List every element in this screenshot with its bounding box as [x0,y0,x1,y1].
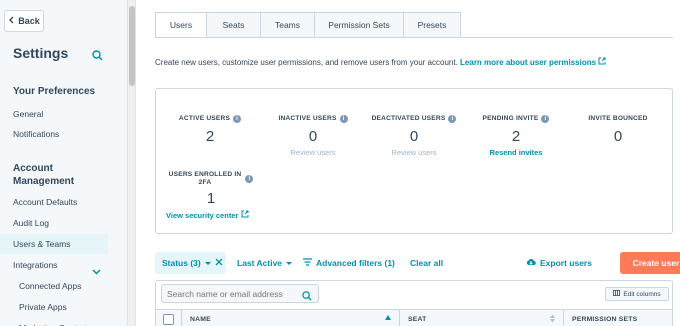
sidebar-item-marketing-contacts[interactable]: Marketing Contacts [0,318,108,326]
info-icon[interactable]: i [541,114,550,123]
stat-label: PENDING INVITE [482,115,539,122]
export-users-label: Export users [540,258,592,268]
external-link-icon [241,210,248,218]
back-button-label: Back [18,16,40,26]
edit-columns-label: Edit columns [623,290,661,298]
stat-2fa-enrolled: USERS ENROLLED IN 2FA i 1 View security … [166,171,256,220]
settings-sidebar: Back Settings Your Preferences General N… [0,0,128,326]
status-filter-label: Status (3) [162,258,201,268]
stat-label: INVITE BOUNCED [588,115,648,122]
stat-label: USERS ENROLLED IN 2FA [169,171,242,187]
filter-lines-icon [303,258,312,268]
tab-permission-sets[interactable]: Permission Sets [315,12,404,38]
sidebar-item-private-apps[interactable]: Private Apps [0,297,108,317]
advanced-filters-label: Advanced filters (1) [316,258,395,268]
sidebar-item-account-defaults[interactable]: Account Defaults [0,192,108,212]
column-header-name[interactable]: NAME [182,310,399,326]
column-header-label: NAME [190,315,211,323]
column-header-permission-sets[interactable]: PERMISSION SETS [564,310,672,326]
clear-all-button[interactable]: Clear all [410,252,443,274]
stat-inactive-users: INACTIVE USERS i 0 Review users [261,107,365,157]
stat-value: 0 [308,128,318,145]
create-user-button[interactable]: Create user [620,252,680,274]
stat-deactivated-users: DEACTIVATED USERS i 0 Review users [362,107,466,157]
sidebar-item-audit-log[interactable]: Audit Log [0,213,108,233]
view-security-center-link[interactable]: View security center [166,210,256,220]
learn-more-link[interactable]: Learn more about user permissions [460,58,596,67]
last-active-label: Last Active [237,258,283,268]
column-header-seat[interactable]: SEAT [400,310,563,326]
sort-icon[interactable] [550,314,555,325]
resend-invites-link[interactable]: Resend invites [464,148,568,157]
columns-icon [613,290,621,298]
stat-pending-invite: PENDING INVITE i 2 Resend invites [464,107,568,157]
stat-active-users: ACTIVE USERS i 2 [158,107,262,145]
info-icon[interactable]: i [448,114,457,123]
stat-value: 2 [205,128,215,145]
close-icon[interactable] [215,258,223,268]
tab-bar: Users Seats Teams Permission Sets Preset… [155,12,461,38]
filter-bar: Status (3) Last Active Advanced filters … [155,252,680,274]
intro-description: Create new users, customize user permiss… [155,58,458,67]
search-input[interactable] [161,284,319,303]
link-label: View security center [166,211,239,220]
info-icon[interactable]: i [233,114,242,123]
sidebar-item-users-teams[interactable]: Users & Teams [0,234,108,254]
stat-label: DEACTIVATED USERS [371,115,446,122]
tab-seats[interactable]: Seats [207,12,261,38]
status-filter[interactable]: Status (3) [155,252,226,274]
caret-down-icon [204,258,211,268]
sidebar-item-notifications[interactable]: Notifications [0,124,108,144]
chevron-left-icon [8,16,14,26]
tab-teams[interactable]: Teams [261,12,315,38]
export-users-button[interactable]: Export users [526,252,592,274]
advanced-filters-button[interactable]: Advanced filters (1) [303,252,395,274]
stat-label: ACTIVE USERS [178,115,231,122]
search-icon[interactable] [92,48,103,66]
scrollbar-thumb[interactable] [129,6,135,86]
back-button[interactable]: Back [4,10,44,32]
review-users-link[interactable]: Review users [261,148,365,157]
sidebar-title: Settings [13,45,69,61]
column-header-label: SEAT [408,315,427,323]
main-content: Users Seats Teams Permission Sets Preset… [137,0,680,326]
caret-down-icon [286,258,293,268]
external-link-icon[interactable] [598,57,606,67]
stat-label-line2: 2FA [198,179,212,186]
stat-value: 0 [409,128,419,145]
tab-divider [155,37,673,38]
stat-value: 1 [206,190,216,207]
info-icon[interactable]: i [245,175,254,183]
stat-label: INACTIVE USERS [278,115,337,122]
table-header: NAME SEAT PERMISSION SETS [156,309,672,326]
section-heading-preferences: Your Preferences [13,86,96,97]
review-users-link[interactable]: Review users [362,148,466,157]
stat-value: 2 [511,128,521,145]
search-icon[interactable] [302,288,312,306]
edit-columns-button[interactable]: Edit columns [605,287,669,301]
tab-users[interactable]: Users [155,12,207,38]
last-active-filter[interactable]: Last Active [237,252,293,274]
cloud-download-icon [526,258,536,268]
sidebar-item-connected-apps[interactable]: Connected Apps [0,276,108,296]
sidebar-item-general[interactable]: General [0,104,108,124]
users-table: Edit columns NAME SEAT PERMISSION SETS [155,280,673,326]
stat-value: 0 [613,128,623,145]
intro-text: Create new users, customize user permiss… [155,57,606,67]
sort-ascending-icon[interactable] [385,315,391,322]
sidebar-scrollbar[interactable] [128,0,136,326]
select-all-checkbox[interactable] [163,314,174,325]
user-stats-panel: ACTIVE USERS i 2 INACTIVE USERS i 0 Review… [155,88,673,234]
stat-label-line1: USERS ENROLLED IN [168,171,242,178]
section-heading-account-management: Account Management [13,163,75,187]
info-icon[interactable]: i [339,114,348,123]
tab-presets[interactable]: Presets [404,12,461,38]
stat-invite-bounced: INVITE BOUNCED 0 [566,107,670,145]
